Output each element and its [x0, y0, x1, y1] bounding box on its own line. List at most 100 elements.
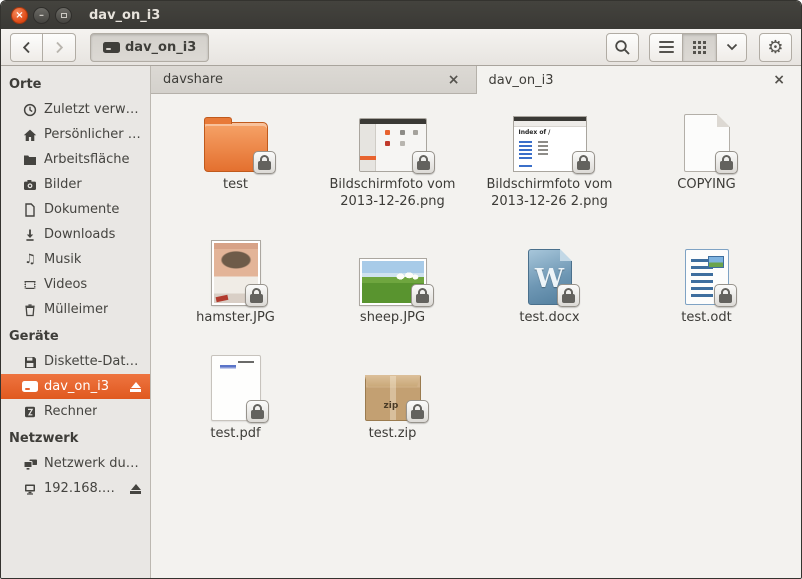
- sidebar-item-label: Diskette-Dat…: [44, 354, 138, 369]
- back-chevron-icon: [22, 41, 31, 54]
- lock-emblem-icon: [411, 284, 434, 307]
- file-name: hamster.JPG: [196, 310, 275, 327]
- file-name: test.pdf: [210, 426, 260, 443]
- forward-button[interactable]: [43, 33, 76, 62]
- file-tile-docx[interactable]: W test.docx: [471, 233, 628, 327]
- sidebar-item-music[interactable]: ♫ Musik: [1, 247, 150, 272]
- sidebar-item-label: dav_on_i3: [44, 379, 109, 394]
- file-name: COPYING: [677, 177, 735, 194]
- lock-emblem-icon: [406, 400, 429, 423]
- close-icon: ×: [15, 10, 23, 21]
- grid-view-icon: [693, 41, 706, 54]
- file-tile-hamster[interactable]: hamster.JPG: [157, 233, 314, 327]
- sidebar-item-recent[interactable]: Zuletzt verw…: [1, 97, 150, 122]
- sidebar-item-label: Arbeitsfläche: [44, 152, 130, 167]
- lock-emblem-icon: [572, 151, 595, 174]
- tab-dav-on-i3[interactable]: dav_on_i3 ×: [477, 66, 802, 94]
- sidebar-item-label: Zuletzt verw…: [44, 102, 139, 117]
- sidebar-item-label: Mülleimer: [44, 302, 108, 317]
- nav-button-group: [10, 33, 76, 62]
- lock-emblem-icon: [245, 284, 268, 307]
- file-tile-pdf[interactable]: test.pdf: [157, 349, 314, 443]
- file-tile-odt[interactable]: test.odt: [628, 233, 785, 327]
- search-icon: [614, 39, 631, 56]
- computer-icon: [22, 404, 38, 420]
- gear-icon: ⚙: [767, 37, 783, 58]
- maximize-icon: [61, 13, 67, 18]
- file-tile-screenshot-1[interactable]: Bildschirmfoto vom 2013-12-26.png: [314, 100, 471, 211]
- search-button[interactable]: [606, 33, 639, 62]
- sidebar-item-desktop[interactable]: Arbeitsfläche: [1, 147, 150, 172]
- tab-label: dav_on_i3: [489, 73, 554, 88]
- document-icon: [22, 202, 38, 218]
- window-minimize-button[interactable]: –: [33, 7, 50, 24]
- sidebar-item-pictures[interactable]: Bilder: [1, 172, 150, 197]
- file-grid: test Bildschirmfoto vom 2013-12-26.png: [151, 94, 801, 578]
- tab-davshare[interactable]: davshare ×: [151, 66, 477, 93]
- list-view-button[interactable]: [649, 33, 683, 62]
- sidebar-item-videos[interactable]: Videos: [1, 272, 150, 297]
- sidebar-heading-places: Orte: [1, 70, 150, 97]
- path-button-label: dav_on_i3: [125, 40, 196, 55]
- lock-emblem-icon: [412, 151, 435, 174]
- eject-button[interactable]: [130, 382, 141, 392]
- sidebar-heading-devices: Geräte: [1, 322, 150, 349]
- toolbar: dav_on_i3 ⚙: [1, 29, 801, 66]
- file-tile-test-folder[interactable]: test: [157, 100, 314, 211]
- lock-emblem-icon: [253, 151, 276, 174]
- close-icon: ×: [773, 72, 785, 88]
- sidebar-item-network-server[interactable]: 192.168.…: [1, 476, 150, 501]
- sidebar-item-trash[interactable]: Mülleimer: [1, 297, 150, 322]
- window-title: dav_on_i3: [89, 8, 160, 23]
- view-options-dropdown[interactable]: [717, 33, 747, 62]
- sidebar-item-documents[interactable]: Dokumente: [1, 197, 150, 222]
- file-name: Bildschirmfoto vom 2013-12-26.png: [327, 177, 459, 211]
- lock-emblem-icon: [557, 284, 580, 307]
- desktop-folder-icon: [22, 152, 38, 168]
- download-icon: [22, 227, 38, 243]
- content-pane: davshare × dav_on_i3 × test: [151, 66, 801, 578]
- eject-button[interactable]: [130, 484, 141, 494]
- window-maximize-button[interactable]: [55, 7, 72, 24]
- file-name: test: [223, 177, 248, 194]
- sidebar-heading-network: Netzwerk: [1, 424, 150, 451]
- sidebar-item-home[interactable]: Persönlicher …: [1, 122, 150, 147]
- drive-icon: [22, 379, 38, 395]
- sidebar-item-network-browse[interactable]: Netzwerk du…: [1, 451, 150, 476]
- tab-bar: davshare × dav_on_i3 ×: [151, 66, 801, 94]
- file-name: Bildschirmfoto vom 2013-12-26 2.png: [484, 177, 616, 211]
- recent-icon: [22, 102, 38, 118]
- settings-button[interactable]: ⚙: [759, 33, 792, 62]
- lock-emblem-icon: [715, 151, 738, 174]
- chevron-down-icon: [726, 43, 738, 51]
- lock-emblem-icon: [714, 284, 737, 307]
- main-area: Orte Zuletzt verw… Persönlicher … Arbeit…: [1, 66, 801, 578]
- sidebar-item-computer[interactable]: Rechner: [1, 399, 150, 424]
- sidebar-item-label: Netzwerk du…: [44, 456, 139, 471]
- places-sidebar: Orte Zuletzt verw… Persönlicher … Arbeit…: [1, 66, 151, 578]
- tab-close-button[interactable]: ×: [444, 71, 464, 89]
- music-icon: ♫: [22, 252, 38, 268]
- back-button[interactable]: [10, 33, 43, 62]
- file-tile-screenshot-2[interactable]: Index of / Bildschirmfoto vom 2013-12-26…: [471, 100, 628, 211]
- file-tile-zip[interactable]: zip test.zip: [314, 349, 471, 443]
- file-tile-sheep[interactable]: sheep.JPG: [314, 233, 471, 327]
- sidebar-item-floppy[interactable]: Diskette-Dat…: [1, 349, 150, 374]
- drive-icon: [103, 42, 120, 53]
- file-tile-copying[interactable]: COPYING: [628, 100, 785, 211]
- tab-close-button[interactable]: ×: [769, 71, 789, 89]
- sidebar-item-dav-on-i3[interactable]: dav_on_i3: [1, 374, 150, 399]
- tab-label: davshare: [163, 72, 223, 87]
- forward-chevron-icon: [55, 41, 64, 54]
- grid-view-button[interactable]: [683, 33, 717, 62]
- sidebar-item-downloads[interactable]: Downloads: [1, 222, 150, 247]
- sidebar-item-label: Bilder: [44, 177, 82, 192]
- camera-icon: [22, 177, 38, 193]
- close-icon: ×: [448, 72, 460, 88]
- sidebar-item-label: Rechner: [44, 404, 97, 419]
- file-name: test.odt: [681, 310, 731, 327]
- window-close-button[interactable]: ×: [11, 7, 28, 24]
- path-button-dav-on-i3[interactable]: dav_on_i3: [90, 33, 209, 62]
- file-manager-window: × – dav_on_i3 dav_on_i3: [0, 0, 802, 579]
- network-icon: [22, 456, 38, 472]
